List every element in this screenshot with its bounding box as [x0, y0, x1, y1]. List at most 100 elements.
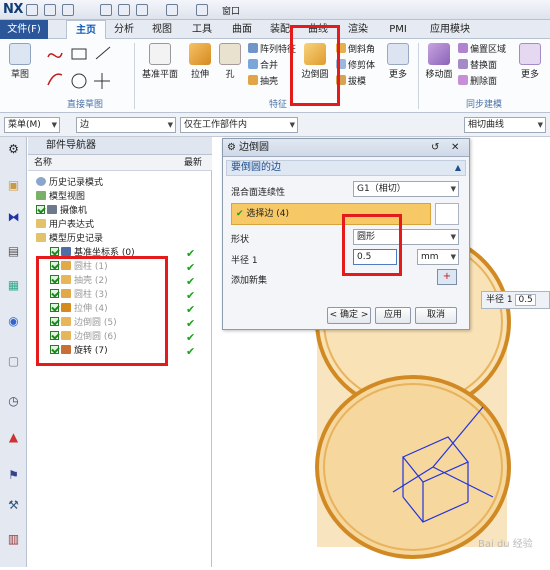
- datum-plane-button[interactable]: 基准平面: [140, 43, 180, 80]
- extrude-button[interactable]: 拉伸: [184, 43, 216, 80]
- draft-button[interactable]: 拔模: [336, 75, 366, 88]
- window-menu[interactable]: 窗口: [222, 4, 240, 17]
- reuse-library-icon[interactable]: ▦: [5, 277, 22, 294]
- redo-icon[interactable]: [62, 4, 74, 16]
- replace-face-button[interactable]: 替换面: [458, 59, 497, 72]
- clock-icon[interactable]: ◷: [5, 393, 22, 410]
- chevron-down-icon: ▼: [289, 121, 295, 129]
- undo-icon[interactable]: [44, 4, 56, 16]
- reset-icon[interactable]: ↺: [431, 139, 439, 157]
- more-icon: [387, 43, 409, 65]
- tab-file[interactable]: 文件(F): [0, 20, 48, 39]
- radius-onscreen-input[interactable]: 半径 1 0.5: [481, 291, 550, 309]
- menu-dropdown[interactable]: 菜单(M) ▼: [4, 117, 60, 133]
- part-navigator-icon[interactable]: ▤: [5, 243, 22, 260]
- hole-button[interactable]: 孔: [214, 43, 246, 80]
- ok-button[interactable]: < 确定 >: [327, 307, 371, 324]
- cut-icon[interactable]: [100, 4, 112, 16]
- filter-dropdown-label: 边: [80, 120, 90, 130]
- shell-button[interactable]: 抽壳: [248, 75, 278, 88]
- continuity-dropdown[interactable]: G1（相切） ▼: [353, 181, 459, 197]
- radius-onscreen-label: 半径 1: [486, 295, 513, 305]
- role-icon[interactable]: ▥: [5, 531, 22, 548]
- tree-item-history-mode[interactable]: 历史记录模式: [36, 176, 103, 190]
- unit-dropdown[interactable]: mm ▼: [417, 249, 459, 265]
- chevron-up-icon[interactable]: ▲: [455, 161, 461, 175]
- ribbon-separator: [418, 43, 419, 109]
- section-edges[interactable]: 要倒圆的边 ▲: [226, 160, 466, 176]
- tab-app-modules[interactable]: 应用模块: [422, 20, 478, 39]
- manufacturing-icon[interactable]: ⚒: [5, 497, 22, 514]
- tree-item-label: 历史记录模式: [49, 178, 104, 188]
- status-check-icon: ✔: [186, 261, 196, 274]
- quick-access-toolbar: NX 窗口: [0, 0, 550, 20]
- tab-surface[interactable]: 曲面: [226, 20, 258, 39]
- tree-item-label: 用户表达式: [49, 220, 95, 230]
- more-button[interactable]: 更多: [384, 43, 412, 80]
- tree-item-cameras[interactable]: 摄像机: [36, 204, 87, 218]
- tab-tools[interactable]: 工具: [186, 20, 218, 39]
- copy-icon[interactable]: [118, 4, 130, 16]
- delete-face-button[interactable]: 删除面: [458, 75, 497, 88]
- tree-item-model-history[interactable]: 模型历史记录: [36, 232, 103, 246]
- radius-label: 半径 1: [231, 256, 258, 266]
- tab-render[interactable]: 渲染: [342, 20, 374, 39]
- tab-analysis[interactable]: 分析: [108, 20, 140, 39]
- curve-rule-dropdown[interactable]: 相切曲线 ▼: [464, 117, 546, 133]
- unite-icon: [248, 59, 258, 69]
- constraint-navigator-icon[interactable]: ⧓: [5, 209, 22, 226]
- gear-icon[interactable]: ⚙: [227, 139, 236, 157]
- tab-home[interactable]: 主页: [66, 20, 106, 39]
- apply-button[interactable]: 应用: [375, 307, 411, 324]
- status-check-icon: ✔: [186, 247, 196, 260]
- offset-region-button[interactable]: 偏置区域: [458, 43, 506, 56]
- scope-dropdown[interactable]: 仅在工作部件内 ▼: [180, 117, 298, 133]
- trim-body-button[interactable]: 修剪体: [336, 59, 375, 72]
- sketch-tools-icons[interactable]: [44, 45, 124, 95]
- check-icon: ✔: [236, 209, 244, 219]
- touch-mode-icon[interactable]: [166, 4, 178, 16]
- tree-item-label: 摄像机: [60, 206, 88, 216]
- radius-onscreen-value[interactable]: 0.5: [515, 294, 536, 306]
- assembly-navigator-icon[interactable]: ▣: [5, 177, 22, 194]
- chevron-down-icon: ▼: [450, 185, 456, 193]
- col-name[interactable]: 名称: [34, 155, 52, 171]
- tree-item-label: 模型历史记录: [49, 234, 104, 244]
- close-icon[interactable]: ✕: [451, 139, 459, 157]
- col-latest[interactable]: 最新: [184, 155, 202, 171]
- array-feature-button[interactable]: 阵列特征: [248, 43, 296, 56]
- ribbon-separator: [134, 43, 135, 109]
- move-face-label: 移动面: [425, 70, 453, 80]
- continuity-value: G1（相切）: [357, 184, 406, 194]
- filter-dropdown[interactable]: 边 ▼: [76, 117, 176, 133]
- more-sync-label: 更多: [520, 70, 539, 80]
- repeat-command-icon[interactable]: [196, 4, 208, 16]
- checkbox[interactable]: [50, 247, 59, 256]
- chamfer-button[interactable]: 倒斜角: [336, 43, 375, 56]
- process-studio-icon[interactable]: ⚑: [5, 467, 22, 484]
- select-edge-icon[interactable]: [435, 203, 459, 225]
- curve-rule-dropdown-label: 相切曲线: [468, 120, 505, 130]
- cancel-button[interactable]: 取消: [415, 307, 457, 324]
- highlight-shape-radius-box: [342, 214, 402, 276]
- status-check-icon: ✔: [186, 303, 196, 316]
- paste-icon[interactable]: [136, 4, 148, 16]
- sketch-button[interactable]: 草图: [4, 43, 36, 80]
- add-set-button[interactable]: +: [437, 269, 457, 285]
- status-check-icon: ✔: [186, 275, 196, 288]
- unite-button[interactable]: 合并: [248, 59, 278, 72]
- status-check-icon: ✔: [186, 317, 196, 330]
- checkbox[interactable]: [36, 205, 45, 214]
- palette-icon[interactable]: ▲: [5, 429, 22, 446]
- tab-pmi[interactable]: PMI: [382, 20, 414, 39]
- move-face-button[interactable]: 移动面: [422, 43, 456, 80]
- tree-item-user-expressions[interactable]: 用户表达式: [36, 218, 94, 232]
- tab-view[interactable]: 视图: [146, 20, 178, 39]
- save-icon[interactable]: [26, 4, 38, 16]
- more-sync-button[interactable]: 更多: [516, 43, 544, 80]
- tree-item-model-views[interactable]: 模型视图: [36, 190, 85, 204]
- delete-face-icon: [458, 75, 468, 85]
- history-icon[interactable]: ▢: [5, 353, 22, 370]
- settings-gear-icon[interactable]: ⚙: [5, 141, 22, 158]
- web-browser-icon[interactable]: ◉: [5, 313, 22, 330]
